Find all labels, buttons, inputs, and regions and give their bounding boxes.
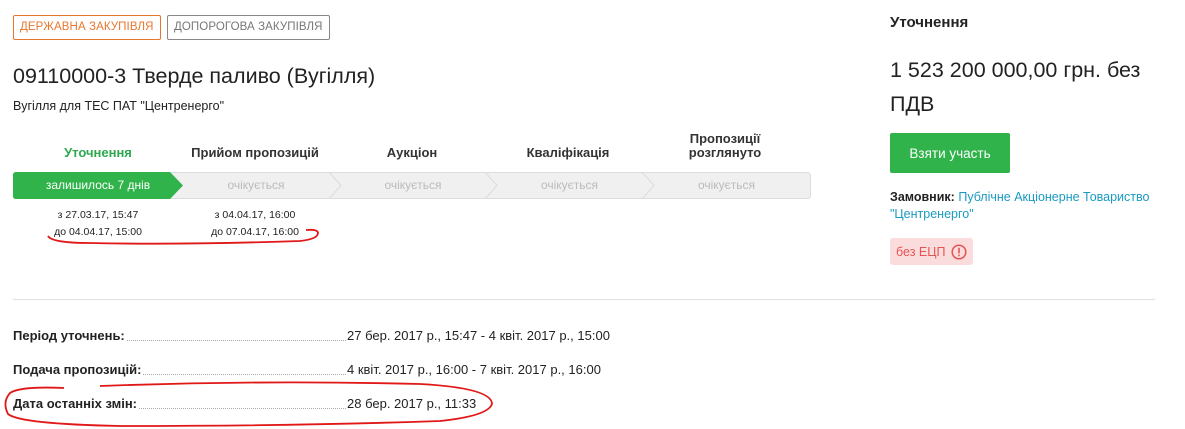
exclamation-circle-icon bbox=[951, 243, 968, 260]
stage-date-from-clarification: з 27.03.17, 15:47 bbox=[57, 209, 139, 221]
stage-progress-bar: залишилось 7 днів очікується очікується … bbox=[13, 172, 811, 199]
stage-label-clarification: Уточнення bbox=[64, 145, 132, 160]
participate-button[interactable]: Взяти участь bbox=[890, 133, 1010, 173]
stage-date-to-submission: до 07.04.17, 16:00 bbox=[211, 226, 299, 238]
stage-status-submission: очікується bbox=[227, 178, 285, 192]
info-row-clarification-period: Період уточнень: 27 бер. 2017 р., 15:47 … bbox=[13, 328, 613, 344]
stage-label-auction: Аукціон bbox=[386, 145, 438, 160]
stage-status-reviewed: очікується bbox=[697, 178, 756, 192]
state-procurement-tag: ДЕРЖАВНА ЗАКУПІВЛЯ bbox=[13, 15, 161, 40]
stage-status-clarification: залишилось 7 днів bbox=[45, 178, 151, 192]
info-label: Період уточнень: bbox=[13, 328, 127, 343]
prethreshold-procurement-tag: ДОПОРОГОВА ЗАКУПІВЛЯ bbox=[167, 15, 330, 40]
tender-status-heading: Уточнення bbox=[890, 14, 969, 31]
stage-date-from-submission: з 04.04.17, 16:00 bbox=[214, 209, 296, 221]
no-signature-label: без ЕЦП bbox=[896, 244, 946, 259]
info-row-submission: Подача пропозицій: 4 квіт. 2017 р., 16:0… bbox=[13, 362, 613, 378]
stage-label-reviewed: Пропозиції розглянуто bbox=[688, 131, 762, 160]
tender-subtitle: Вугілля для ТЕС ПАТ "Центренерго" bbox=[13, 99, 225, 113]
info-value: 28 бер. 2017 р., 11:33 bbox=[347, 396, 477, 411]
no-signature-badge: без ЕЦП bbox=[890, 238, 974, 265]
info-value: 4 квіт. 2017 р., 16:00 - 7 квіт. 2017 р.… bbox=[347, 362, 601, 377]
stage-status-auction: очікується bbox=[384, 178, 442, 192]
info-label: Дата останніх змін: bbox=[13, 396, 140, 411]
info-value: 27 бер. 2017 р., 15:47 - 4 квіт. 2017 р.… bbox=[347, 328, 610, 343]
customer-label: Замовник: bbox=[890, 190, 955, 204]
tender-title: 09110000-3 Тверде паливо (Вугілля) bbox=[13, 64, 376, 88]
stage-label-qualification: Кваліфікація bbox=[526, 145, 610, 160]
section-divider bbox=[13, 299, 1155, 300]
stage-label-submission: Прийом пропозицій bbox=[191, 145, 319, 160]
info-row-last-change: Дата останніх змін: 28 бер. 2017 р., 11:… bbox=[13, 396, 613, 412]
stage-date-to-clarification: до 04.04.17, 15:00 bbox=[54, 226, 142, 238]
customer-info: Замовник: Публічне Акціонерне Товариство… bbox=[890, 189, 1175, 223]
info-label: Подача пропозицій: bbox=[13, 362, 144, 377]
stage-status-qualification: очікується bbox=[540, 178, 599, 192]
tender-amount: 1 523 200 000,00 грн. без ПДВ bbox=[890, 58, 1141, 116]
